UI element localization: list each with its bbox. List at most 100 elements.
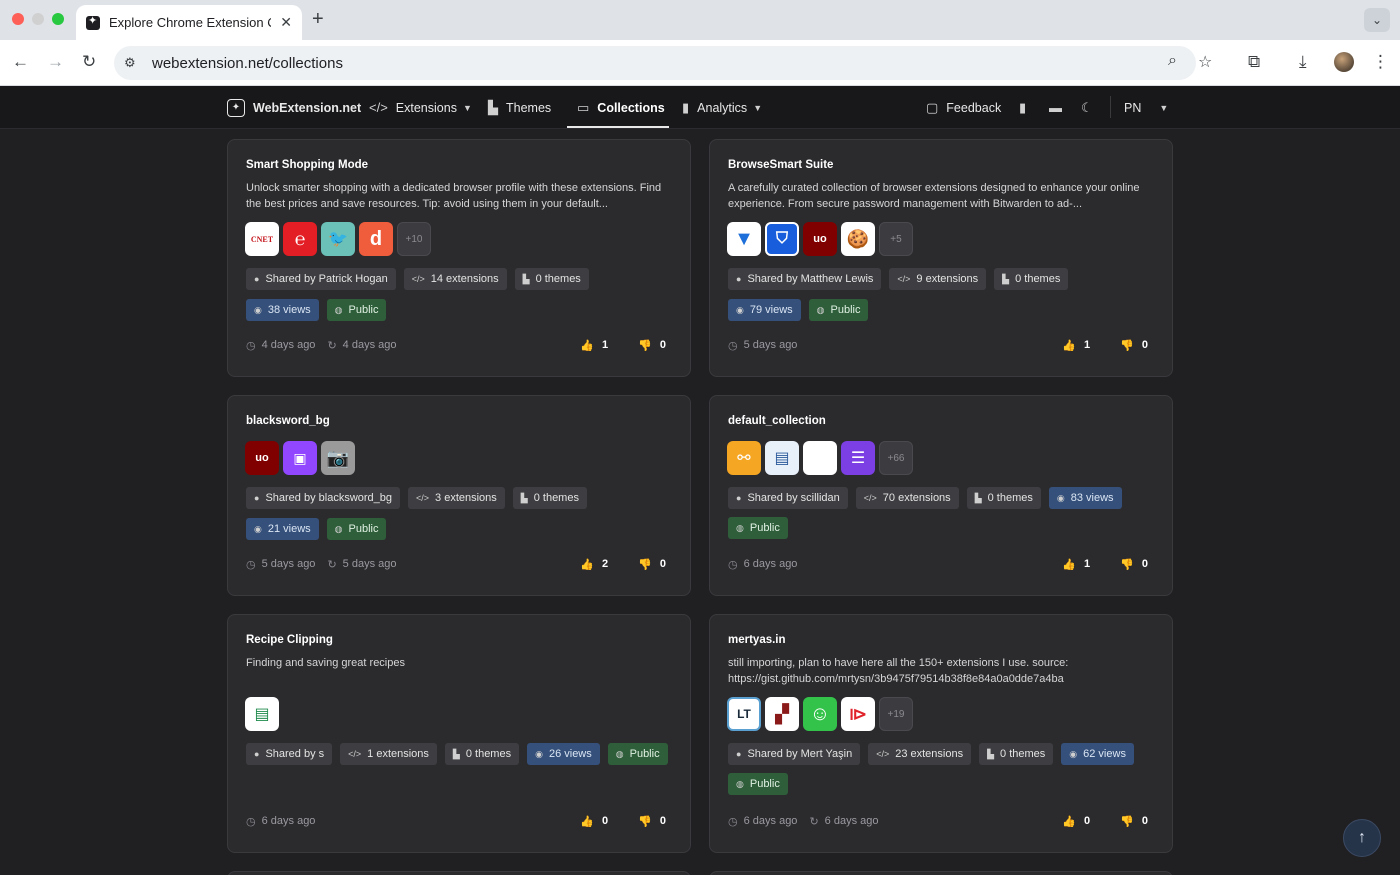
funnel-icon[interactable]: ▼: [727, 222, 761, 256]
collection-title[interactable]: Smart Shopping Mode: [246, 159, 368, 171]
dislikes-count: 0: [659, 339, 666, 351]
likes-count: 0: [1084, 815, 1091, 827]
site-settings-icon[interactable]: ⚙: [124, 55, 146, 71]
thumbs-up-icon[interactable]: 👍: [1062, 815, 1076, 828]
nav-feedback[interactable]: ▢ Feedback: [926, 86, 1001, 129]
cookie-icon[interactable]: 🍪: [841, 222, 875, 256]
zoom-icon[interactable]: ⌕: [1168, 52, 1177, 70]
address-bar[interactable]: ⚙ webextension.net/collections ⌕ ☆: [114, 46, 1212, 80]
dealspotr-icon[interactable]: d: [359, 222, 393, 256]
thumbs-down-icon[interactable]: 👎: [1120, 558, 1134, 571]
collection-card[interactable]: BrowseSmart Suite A carefully curated co…: [709, 139, 1173, 377]
profile-avatar[interactable]: [1334, 52, 1354, 72]
collection-title[interactable]: BrowseSmart Suite: [728, 159, 833, 171]
collection-title[interactable]: mertyas.in: [728, 634, 786, 646]
thumbs-down-icon[interactable]: 👎: [638, 558, 652, 571]
brand-link[interactable]: ✦ WebExtension.net: [227, 86, 361, 129]
thumbs-up-icon[interactable]: 👍: [580, 558, 594, 571]
tab-search-chevron-icon[interactable]: ⌄: [1364, 8, 1390, 32]
collection-title[interactable]: default_collection: [728, 415, 826, 427]
shared-by-chip[interactable]: ● Shared by scillidan: [728, 487, 848, 509]
ublock-icon[interactable]: uo: [245, 441, 279, 475]
window-close-button[interactable]: [12, 13, 24, 25]
nav-collections[interactable]: ▭ Collections: [577, 86, 665, 129]
more-extensions-badge[interactable]: +19: [879, 697, 913, 731]
thumbs-up-icon[interactable]: 👍: [580, 815, 594, 828]
smiley-icon[interactable]: ☺: [803, 697, 837, 731]
extension-icons: LT ▞ ☺ ⧐ +19: [727, 697, 913, 731]
reload-icon[interactable]: ↻: [82, 51, 96, 73]
nav-extensions[interactable]: </> Extensions ▼: [369, 86, 472, 129]
new-tab-button[interactable]: +: [312, 8, 324, 31]
nav-analytics[interactable]: ▮ Analytics ▼: [682, 86, 762, 129]
nav-themes[interactable]: ▙ Themes: [488, 86, 551, 129]
shared-by-chip[interactable]: ● Shared by Mert Yaşin: [728, 743, 861, 765]
likes-count: 1: [1084, 339, 1091, 351]
collection-card[interactable]: [709, 871, 1173, 875]
brand-logo-icon: ✦: [227, 98, 245, 117]
bookmark-star-icon[interactable]: ☆: [1198, 52, 1212, 72]
collection-card[interactable]: Smart Shopping Mode Unlock smarter shopp…: [227, 139, 691, 377]
collection-card[interactable]: default_collection ⚯ ▤ 🐵 ☰ +66 ● Shared b…: [709, 395, 1173, 596]
shared-by-chip[interactable]: ● Shared by Patrick Hogan: [246, 268, 396, 290]
more-extensions-badge[interactable]: +5: [879, 222, 913, 256]
ublock-icon[interactable]: uo: [803, 222, 837, 256]
twitch-icon[interactable]: ▣: [283, 441, 317, 475]
thumbs-down-icon[interactable]: 👎: [1120, 339, 1134, 352]
created-time: 6 days ago: [743, 815, 798, 827]
languagetool-icon[interactable]: LT: [727, 697, 761, 731]
monkey-icon[interactable]: 🐵: [803, 441, 837, 475]
collection-card[interactable]: [227, 871, 691, 875]
card-footer: ◷ 5 days ago ↻ 5 days ago 👍 2 👎 0: [246, 556, 666, 572]
thumbs-up-icon[interactable]: 👍: [580, 339, 594, 352]
collection-title[interactable]: Recipe Clipping: [246, 634, 333, 646]
thumbs-up-icon[interactable]: 👍: [1062, 558, 1076, 571]
camera-icon[interactable]: 📷: [321, 441, 355, 475]
scroll-to-top-button[interactable]: ↑: [1343, 819, 1381, 857]
red-arrow-icon[interactable]: ⧐: [841, 697, 875, 731]
extensions-puzzle-icon[interactable]: ⧉: [1248, 51, 1260, 73]
back-arrow-icon[interactable]: ←: [12, 51, 29, 73]
window-zoom-button[interactable]: [52, 13, 64, 25]
bookmarks-button[interactable]: ▮: [1019, 86, 1034, 129]
bitwarden-icon[interactable]: ⛉: [765, 222, 799, 256]
thumbs-down-icon[interactable]: 👎: [638, 815, 652, 828]
thumbs-down-icon[interactable]: 👎: [1120, 815, 1134, 828]
browser-tab[interactable]: Explore Chrome Extension Co ✕: [76, 5, 302, 40]
list-icon[interactable]: ☰: [841, 441, 875, 475]
bird-icon[interactable]: 🐦: [321, 222, 355, 256]
folder-button[interactable]: ▬: [1049, 86, 1070, 129]
views-chip: ◉ 38 views: [246, 299, 319, 321]
thumbs-up-icon[interactable]: 👍: [1062, 339, 1076, 352]
shared-by-chip[interactable]: ● Shared by blacksword_bg: [246, 487, 401, 509]
globe-icon: ◍: [816, 304, 825, 315]
forward-arrow-icon[interactable]: →: [47, 51, 64, 73]
menu-kebab-icon[interactable]: ⋮: [1372, 51, 1389, 73]
collection-card[interactable]: Recipe Clipping Finding and saving great…: [227, 614, 691, 853]
browser-window-icon[interactable]: ▤: [765, 441, 799, 475]
card-footer: ◷ 4 days ago ↻ 4 days ago 👍 1 👎 0: [246, 337, 666, 353]
palette-icon: ▙: [520, 492, 528, 503]
rakuten-icon[interactable]: ℮: [283, 222, 317, 256]
folder-open-icon: ▬: [1049, 100, 1062, 115]
shared-by-chip[interactable]: ● Shared by s: [246, 743, 333, 765]
collection-title[interactable]: blacksword_bg: [246, 415, 330, 427]
recipe-card-icon[interactable]: ▤: [245, 697, 279, 731]
thumbs-down-icon[interactable]: 👎: [638, 339, 652, 352]
window-minimize-button[interactable]: [32, 13, 44, 25]
share-node-icon[interactable]: ⚯: [727, 441, 761, 475]
language-select[interactable]: PN ▼: [1124, 86, 1168, 129]
download-icon[interactable]: ⤓: [1299, 51, 1307, 73]
more-extensions-badge[interactable]: +66: [879, 441, 913, 475]
collection-card[interactable]: mertyas.in still importing, plan to have…: [709, 614, 1173, 853]
collection-card[interactable]: blacksword_bg uo ▣ 📷 ● Shared by blackswo…: [227, 395, 691, 596]
more-extensions-badge[interactable]: +10: [397, 222, 431, 256]
book-icon[interactable]: ▞: [765, 697, 799, 731]
collection-meta-chips: ● Shared by blacksword_bg </> 3 extensions…: [246, 487, 686, 509]
url-text[interactable]: webextension.net/collections: [152, 55, 343, 72]
clock-icon: ◷: [728, 339, 738, 352]
cnet-shopping-icon[interactable]: CNET: [245, 222, 279, 256]
shared-by-chip[interactable]: ● Shared by Matthew Lewis: [728, 268, 882, 290]
tab-close-icon[interactable]: ✕: [280, 14, 292, 31]
theme-toggle-button[interactable]: ☾: [1081, 86, 1101, 129]
